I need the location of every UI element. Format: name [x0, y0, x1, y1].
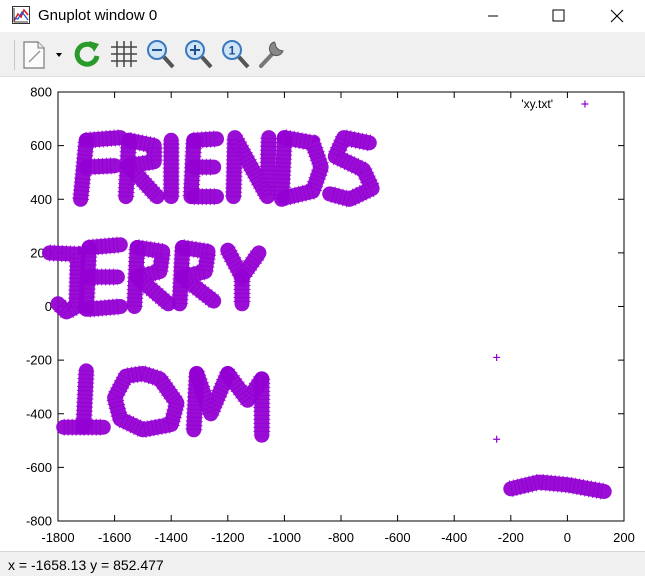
y-tick-label: -200	[26, 353, 52, 368]
x-tick-label: -1800	[41, 530, 74, 545]
window-title: Gnuplot window 0	[38, 7, 158, 24]
x-tick-label: -400	[441, 530, 467, 545]
maximize-button[interactable]	[535, 0, 581, 32]
legend-label: 'xy.txt'	[521, 97, 553, 111]
legend-marker	[581, 100, 589, 108]
page-icon	[23, 41, 45, 69]
svg-text:1: 1	[229, 44, 236, 58]
zoom-in-icon	[185, 40, 213, 69]
x-tick-label: 0	[564, 530, 571, 545]
cursor-coordinates: x = -1658.13 y = 852.477	[8, 557, 164, 573]
y-tick-label: -600	[26, 460, 52, 475]
minimize-button[interactable]	[470, 0, 516, 32]
y-tick-label: 600	[30, 138, 52, 153]
x-tick-label: -800	[328, 530, 354, 545]
x-tick-label: 200	[613, 530, 635, 545]
options-button[interactable]	[254, 36, 288, 72]
wrench-icon	[259, 41, 284, 68]
zoom-out-icon	[147, 40, 175, 69]
data-point	[493, 435, 501, 443]
y-tick-label: 0	[45, 299, 52, 314]
y-tick-label: -800	[26, 514, 52, 529]
refresh-icon	[74, 41, 100, 67]
x-tick-label: -1000	[268, 530, 301, 545]
grid-icon	[111, 41, 137, 67]
title-bar[interactable]: Gnuplot window 0	[0, 0, 645, 32]
toolbar: 1	[0, 32, 645, 77]
y-tick-label: 800	[30, 85, 52, 100]
gnuplot-app-icon	[12, 6, 30, 24]
toggle-grid-button[interactable]	[107, 36, 141, 72]
x-tick-label: -200	[498, 530, 524, 545]
y-tick-label: 400	[30, 192, 52, 207]
maximize-icon	[552, 9, 565, 22]
x-tick-label: -600	[385, 530, 411, 545]
unzoom-button[interactable]: 1	[218, 36, 252, 72]
data-stroke-friends	[186, 131, 224, 148]
status-bar: x = -1658.13 y = 852.477	[0, 551, 645, 576]
x-tick-label: -1400	[155, 530, 188, 545]
x-tick-label: -1200	[211, 530, 244, 545]
zoom-next-button[interactable]	[181, 36, 215, 72]
replot-button[interactable]	[70, 36, 104, 72]
zoom-reset-icon: 1	[222, 40, 250, 69]
y-tick-label: -400	[26, 406, 52, 421]
zoom-previous-button[interactable]	[143, 36, 177, 72]
scatter-chart[interactable]: -1800 -1600 -1400 -1200 -1000 -800 -600 -400 -20…	[0, 77, 645, 551]
chevron-down-icon	[56, 53, 62, 57]
x-tick-label: -1600	[98, 530, 131, 545]
copy-print-dropdown-button[interactable]	[20, 36, 66, 72]
toolbar-grip	[14, 40, 15, 70]
close-icon	[610, 9, 624, 23]
plot-canvas[interactable]: -1800 -1600 -1400 -1200 -1000 -800 -600 -400 -20…	[0, 77, 645, 551]
data-point	[493, 353, 501, 361]
close-button[interactable]	[596, 0, 642, 32]
